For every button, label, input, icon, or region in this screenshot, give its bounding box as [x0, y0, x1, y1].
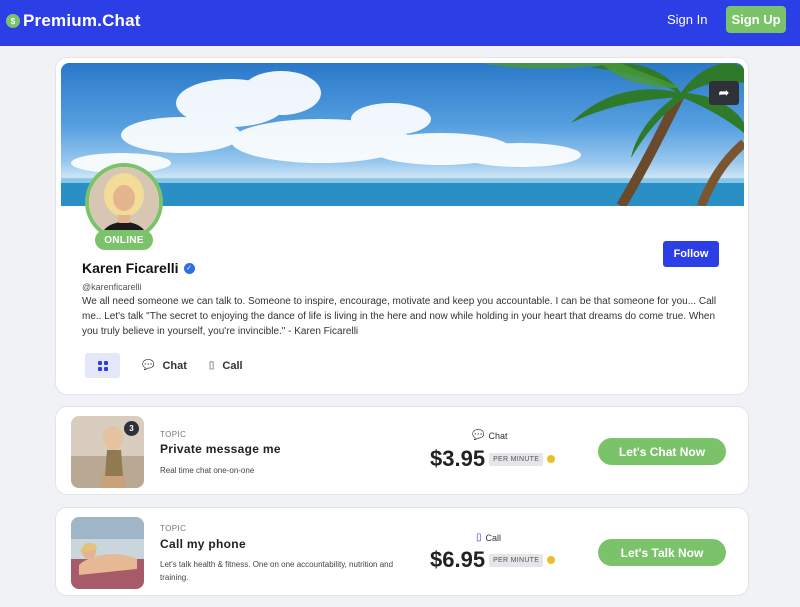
- offer-type-label: Call: [485, 532, 502, 543]
- per-minute-badge: PER MINUTE: [489, 553, 544, 567]
- sign-in-link[interactable]: Sign In: [667, 12, 707, 27]
- sign-up-button[interactable]: Sign Up: [726, 6, 786, 33]
- price-row: $3.95 PER MINUTE: [430, 446, 556, 472]
- offer-type-label: Chat: [488, 430, 508, 441]
- coin-icon: [547, 556, 556, 564]
- chat-icon: 💬: [142, 360, 155, 371]
- beach-scene-image: [61, 63, 744, 206]
- profile-name: Karen Ficarelli: [82, 260, 179, 276]
- logo-text: Premium.Chat: [23, 11, 141, 30]
- lets-chat-now-button[interactable]: Let's Chat Now: [598, 438, 726, 465]
- topic-label: TOPIC: [160, 524, 187, 533]
- offer-card-call: TOPIC Call my phone Let's talk health & …: [55, 507, 749, 596]
- topic-description: Real time chat one-on-one: [160, 466, 255, 475]
- price-row: $6.95 PER MINUTE: [430, 547, 556, 573]
- offer-card-chat: 3 TOPIC Private message me Real time cha…: [55, 406, 749, 495]
- topic-label: TOPIC: [160, 430, 187, 439]
- per-minute-badge: PER MINUTE: [489, 452, 544, 466]
- offer-type: 💬 Chat: [472, 430, 507, 441]
- profile-card: ➦ ONLINE Follow Karen Ficarelli ✓ @karen…: [55, 57, 749, 395]
- profile-name-row: Karen Ficarelli ✓: [82, 260, 195, 276]
- offer-thumbnail[interactable]: [71, 517, 144, 589]
- profile-bio: We all need someone we can talk to. Some…: [82, 296, 717, 337]
- profile-handle: @karenficarelli: [82, 282, 142, 292]
- photo-count-badge: 3: [124, 421, 139, 436]
- follow-button[interactable]: Follow: [663, 241, 719, 267]
- price-value: $3.95: [430, 446, 486, 471]
- verified-badge-icon: ✓: [183, 262, 195, 274]
- tab-chat[interactable]: 💬 Chat: [142, 360, 187, 372]
- top-navbar: $ Premium.Chat Sign In Sign Up: [0, 0, 800, 46]
- phone-icon: ▯: [476, 532, 482, 543]
- tab-all[interactable]: [85, 353, 120, 378]
- topic-title: Call my phone: [160, 537, 246, 551]
- phone-icon: ▯: [208, 360, 215, 371]
- share-icon[interactable]: ➦: [709, 81, 739, 105]
- offer-type: ▯ Call: [476, 532, 501, 543]
- price-value: $6.95: [430, 547, 486, 572]
- logo[interactable]: $ Premium.Chat: [6, 11, 141, 31]
- logo-coin-icon: $: [6, 14, 20, 28]
- cover-banner: ➦: [61, 63, 744, 206]
- tab-call[interactable]: ▯ Call: [209, 360, 243, 372]
- coin-icon: [547, 455, 556, 463]
- offer-thumbnail[interactable]: 3: [71, 416, 144, 488]
- chat-bubbles-icon: 💬: [472, 430, 485, 441]
- topic-description: Let's talk health & fitness. One on one …: [160, 560, 394, 582]
- grid-icon: [97, 360, 108, 371]
- tab-chat-label: Chat: [162, 359, 187, 372]
- profile-tabs: 💬 Chat ▯ Call: [85, 353, 243, 378]
- online-status-badge: ONLINE: [95, 230, 153, 250]
- lets-talk-now-button[interactable]: Let's Talk Now: [598, 539, 726, 566]
- tab-call-label: Call: [222, 359, 243, 372]
- topic-title: Private message me: [160, 442, 281, 456]
